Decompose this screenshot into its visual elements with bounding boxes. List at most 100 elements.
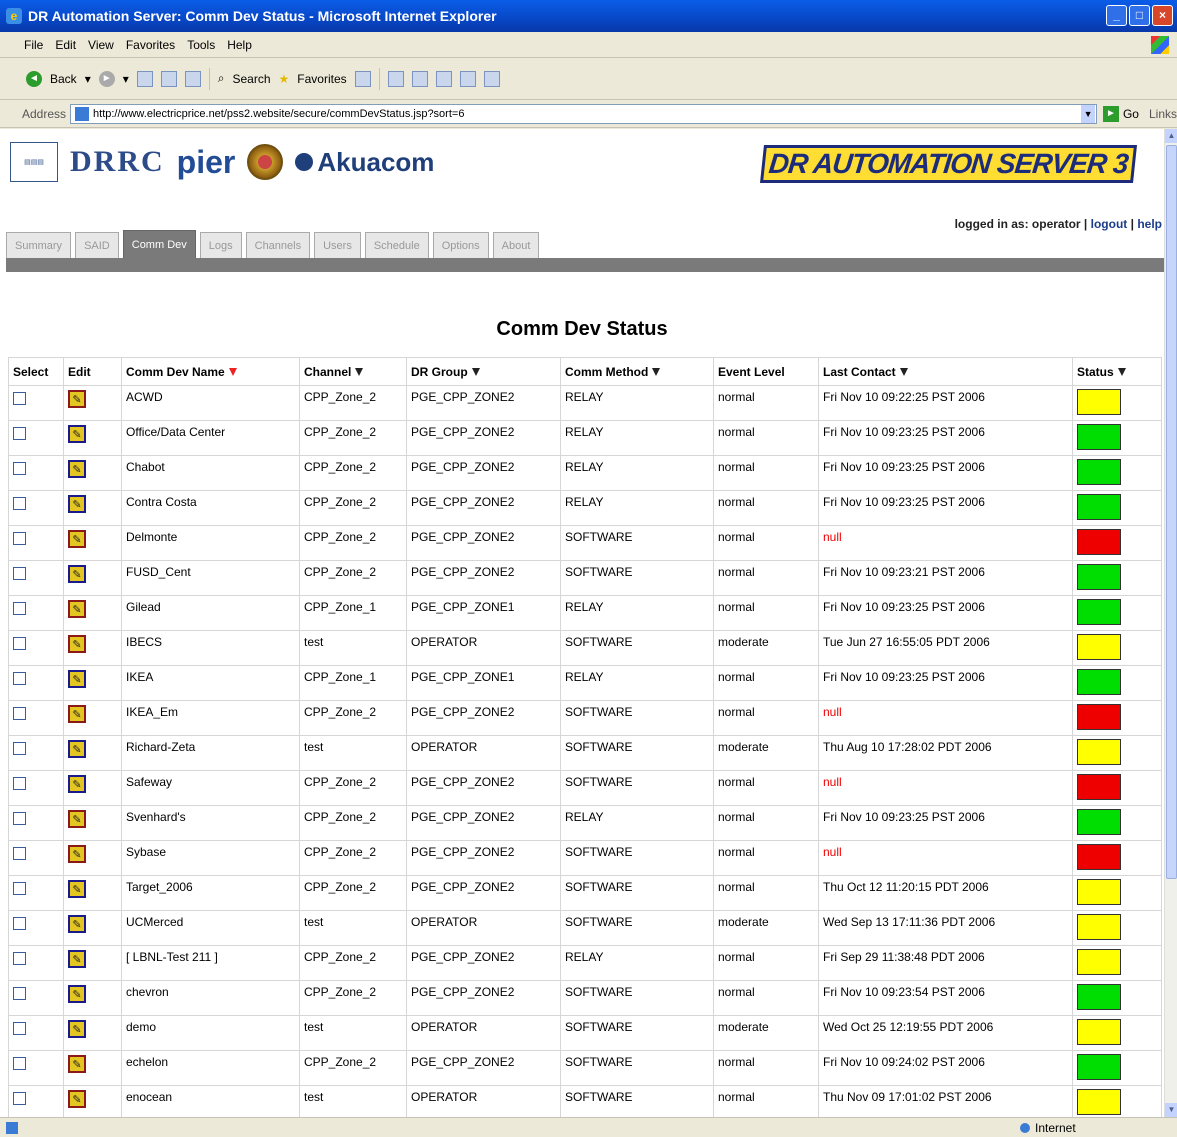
edit-pencil-icon[interactable]: ✎ xyxy=(68,1020,86,1038)
scroll-up-icon[interactable]: ▲ xyxy=(1165,129,1177,143)
edit-pencil-icon[interactable]: ✎ xyxy=(68,845,86,863)
edit-pencil-icon[interactable]: ✎ xyxy=(68,705,86,723)
logout-link[interactable]: logout xyxy=(1091,217,1128,231)
address-url[interactable]: http://www.electricprice.net/pss2.websit… xyxy=(93,108,464,120)
maximize-button[interactable]: □ xyxy=(1129,5,1150,26)
tab-about[interactable]: About xyxy=(492,232,540,258)
edit-pencil-icon[interactable]: ✎ xyxy=(68,810,86,828)
scroll-thumb[interactable] xyxy=(1166,145,1177,879)
favorites-star-icon[interactable]: ★ xyxy=(279,72,290,86)
col-name[interactable]: Comm Dev Name xyxy=(121,357,300,386)
select-checkbox[interactable] xyxy=(13,847,26,860)
edit-pencil-icon[interactable]: ✎ xyxy=(68,390,86,408)
select-checkbox[interactable] xyxy=(13,707,26,720)
help-link[interactable]: help xyxy=(1137,217,1162,231)
sort-desc-icon[interactable] xyxy=(228,367,237,376)
sort-icon[interactable] xyxy=(652,367,661,376)
edit-pencil-icon[interactable]: ✎ xyxy=(68,635,86,653)
col-status[interactable]: Status xyxy=(1072,357,1162,386)
favorites-button[interactable]: Favorites xyxy=(297,72,346,86)
tab-comm-dev[interactable]: Comm Dev xyxy=(122,230,196,258)
col-contact[interactable]: Last Contact xyxy=(818,357,1073,386)
select-checkbox[interactable] xyxy=(13,462,26,475)
select-checkbox[interactable] xyxy=(13,532,26,545)
edit-pencil-icon[interactable]: ✎ xyxy=(68,775,86,793)
discuss-icon[interactable] xyxy=(483,70,500,87)
edit-pencil-icon[interactable]: ✎ xyxy=(68,985,86,1003)
select-checkbox[interactable] xyxy=(13,567,26,580)
edit-pencil-icon[interactable]: ✎ xyxy=(68,670,86,688)
edit-page-icon[interactable] xyxy=(459,70,476,87)
tab-channels[interactable]: Channels xyxy=(245,232,311,258)
select-checkbox[interactable] xyxy=(13,637,26,650)
select-checkbox[interactable] xyxy=(13,777,26,790)
select-checkbox[interactable] xyxy=(13,987,26,1000)
menu-help[interactable]: Help xyxy=(227,38,252,52)
edit-pencil-icon[interactable]: ✎ xyxy=(68,460,86,478)
back-dropdown-icon[interactable]: ▾ xyxy=(85,72,91,86)
edit-pencil-icon[interactable]: ✎ xyxy=(68,530,86,548)
edit-pencil-icon[interactable]: ✎ xyxy=(68,915,86,933)
print-icon[interactable] xyxy=(435,70,452,87)
stop-icon[interactable] xyxy=(136,70,153,87)
mail-icon[interactable] xyxy=(411,70,428,87)
media-icon[interactable] xyxy=(354,70,371,87)
back-button[interactable]: Back xyxy=(50,72,77,86)
edit-pencil-icon[interactable]: ✎ xyxy=(68,495,86,513)
select-checkbox[interactable] xyxy=(13,427,26,440)
select-checkbox[interactable] xyxy=(13,392,26,405)
address-dropdown-icon[interactable]: ▼ xyxy=(1081,104,1095,123)
forward-arrow-icon[interactable]: ► xyxy=(98,70,115,87)
select-checkbox[interactable] xyxy=(13,497,26,510)
edit-pencil-icon[interactable]: ✎ xyxy=(68,600,86,618)
refresh-icon[interactable] xyxy=(160,70,177,87)
edit-pencil-icon[interactable]: ✎ xyxy=(68,1090,86,1108)
select-checkbox[interactable] xyxy=(13,812,26,825)
col-method[interactable]: Comm Method xyxy=(560,357,714,386)
edit-pencil-icon[interactable]: ✎ xyxy=(68,880,86,898)
menu-favorites[interactable]: Favorites xyxy=(126,38,175,52)
sort-icon[interactable] xyxy=(1117,367,1126,376)
vertical-scrollbar[interactable]: ▲ ▼ xyxy=(1164,129,1177,1117)
scroll-down-icon[interactable]: ▼ xyxy=(1165,1103,1177,1117)
minimize-button[interactable]: _ xyxy=(1106,5,1127,26)
close-button[interactable]: × xyxy=(1152,5,1173,26)
select-checkbox[interactable] xyxy=(13,952,26,965)
col-group[interactable]: DR Group xyxy=(406,357,561,386)
forward-dropdown-icon[interactable]: ▾ xyxy=(123,72,129,86)
sort-icon[interactable] xyxy=(899,367,908,376)
select-checkbox[interactable] xyxy=(13,1057,26,1070)
tab-schedule[interactable]: Schedule xyxy=(364,232,429,258)
tab-logs[interactable]: Logs xyxy=(199,232,242,258)
tab-options[interactable]: Options xyxy=(432,232,489,258)
links-button[interactable]: Links xyxy=(1149,107,1177,121)
go-button[interactable]: ► Go xyxy=(1102,105,1139,122)
sort-icon[interactable] xyxy=(471,367,480,376)
menu-tools[interactable]: Tools xyxy=(187,38,215,52)
edit-pencil-icon[interactable]: ✎ xyxy=(68,565,86,583)
col-channel[interactable]: Channel xyxy=(299,357,407,386)
select-checkbox[interactable] xyxy=(13,882,26,895)
edit-pencil-icon[interactable]: ✎ xyxy=(68,740,86,758)
search-icon[interactable]: ⌕ xyxy=(218,71,225,86)
edit-pencil-icon[interactable]: ✎ xyxy=(68,950,86,968)
home-icon[interactable] xyxy=(184,70,201,87)
select-checkbox[interactable] xyxy=(13,917,26,930)
history-icon[interactable] xyxy=(387,70,404,87)
sort-icon[interactable] xyxy=(355,367,364,376)
menu-view[interactable]: View xyxy=(88,38,114,52)
edit-pencil-icon[interactable]: ✎ xyxy=(68,425,86,443)
select-checkbox[interactable] xyxy=(13,1092,26,1105)
search-button[interactable]: Search xyxy=(232,72,270,86)
address-input[interactable]: http://www.electricprice.net/pss2.websit… xyxy=(70,103,1098,124)
select-checkbox[interactable] xyxy=(13,742,26,755)
menu-edit[interactable]: Edit xyxy=(55,38,76,52)
select-checkbox[interactable] xyxy=(13,672,26,685)
tab-users[interactable]: Users xyxy=(314,232,361,258)
tab-summary[interactable]: Summary xyxy=(6,232,72,258)
back-arrow-icon[interactable]: ◄ xyxy=(26,70,42,87)
edit-pencil-icon[interactable]: ✎ xyxy=(68,1055,86,1073)
tab-said[interactable]: SAID xyxy=(75,232,119,258)
select-checkbox[interactable] xyxy=(13,1022,26,1035)
menu-file[interactable]: File xyxy=(24,38,43,52)
